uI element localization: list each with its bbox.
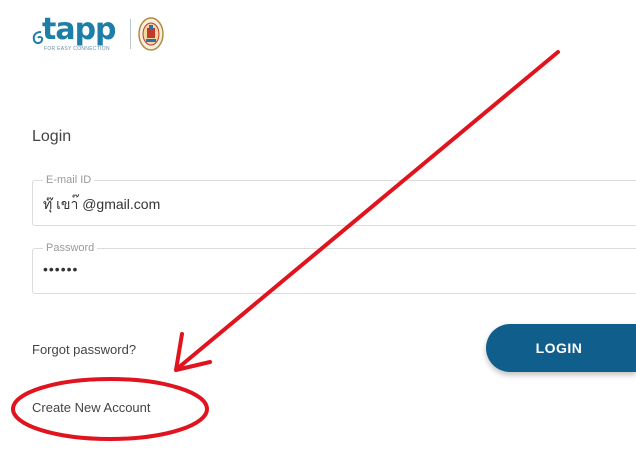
forgot-password-link[interactable]: Forgot password?: [32, 342, 136, 357]
email-input[interactable]: ทุ๊ เขา๊ @gmail.com: [43, 194, 160, 216]
logo-tagline: FOR EASY CONNECTION: [44, 46, 110, 52]
create-account-link[interactable]: Create New Account: [32, 400, 151, 415]
password-label: Password: [43, 242, 98, 254]
login-heading: Login: [32, 128, 72, 145]
government-emblem-icon: [138, 17, 164, 51]
email-field[interactable]: E-mail ID ทุ๊ เขา๊ @gmail.com: [32, 174, 636, 226]
logo-wordmark: tapp: [42, 12, 117, 47]
password-input[interactable]: ••••••: [43, 261, 78, 277]
email-label: E-mail ID: [43, 174, 95, 186]
app-logo: tapp FOR EASY CONNECTION: [32, 12, 165, 54]
password-field[interactable]: Password ••••••: [32, 242, 636, 294]
annotation-arrow-head: [174, 332, 212, 372]
login-button[interactable]: LOGIN: [486, 324, 636, 372]
logo-divider: [130, 19, 131, 49]
tapp-logo: tapp FOR EASY CONNECTION: [32, 12, 124, 54]
